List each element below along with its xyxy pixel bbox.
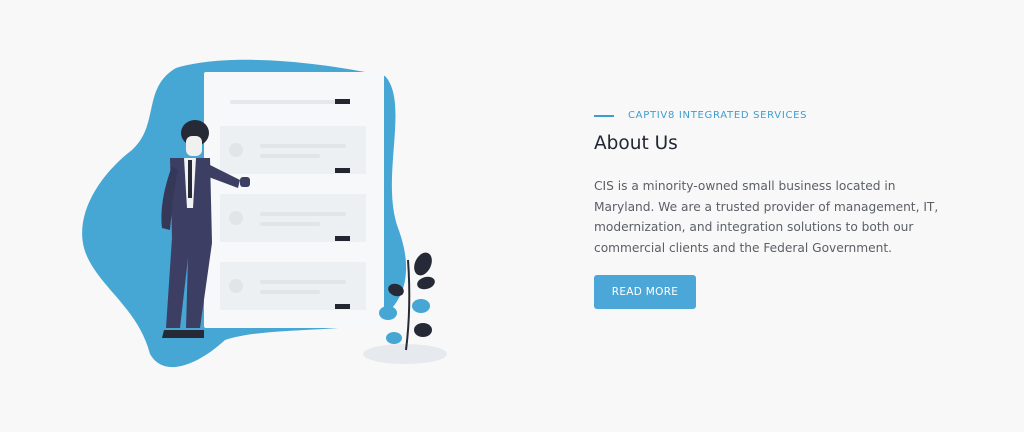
eyebrow: CAPTIV8 INTEGRATED SERVICES xyxy=(594,110,944,121)
document-panel xyxy=(204,72,384,328)
read-more-button[interactable]: READ MORE xyxy=(594,275,696,309)
about-section: CAPTIV8 INTEGRATED SERVICES About Us CIS… xyxy=(594,110,944,258)
eyebrow-text: CAPTIV8 INTEGRATED SERVICES xyxy=(628,110,808,121)
about-description: CIS is a minority-owned small business l… xyxy=(594,179,939,255)
illustration-svg xyxy=(82,59,447,368)
eyebrow-line xyxy=(594,114,614,117)
section-title: About Us xyxy=(594,133,678,154)
about-illustration xyxy=(80,58,480,378)
